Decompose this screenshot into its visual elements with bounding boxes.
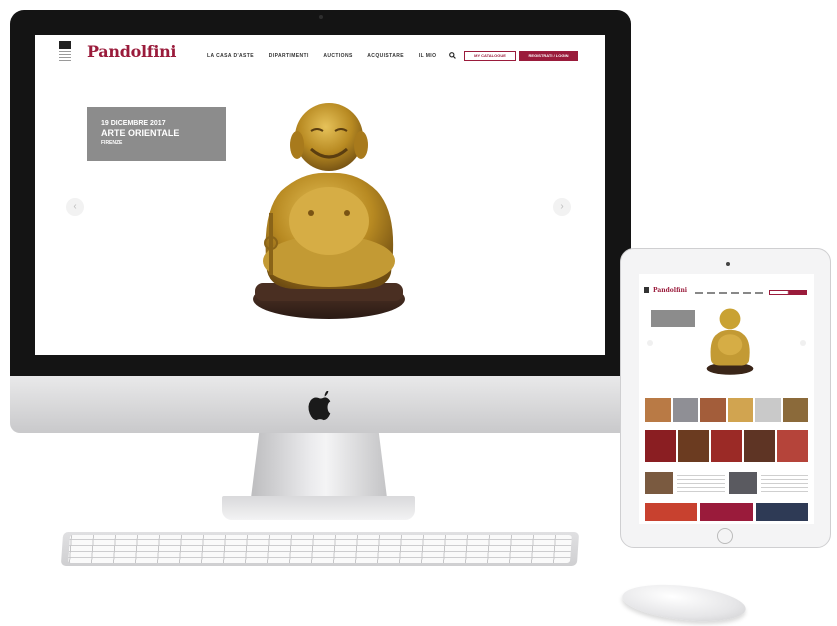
ipad-news-text bbox=[760, 472, 808, 494]
magic-mouse-image bbox=[620, 579, 748, 626]
ipad-news-thumb[interactable] bbox=[645, 472, 674, 494]
ipad-nav bbox=[695, 292, 763, 294]
ipad-news-row bbox=[645, 472, 808, 494]
nav-item-dipartimenti[interactable]: DIPARTIMENTI bbox=[269, 53, 309, 59]
nav-item-auctions[interactable]: AUCTIONS bbox=[323, 53, 352, 59]
buddha-statue-image bbox=[253, 103, 405, 319]
ipad-camera-icon bbox=[726, 262, 730, 266]
ipad-thumb[interactable] bbox=[727, 398, 753, 422]
auction-title: ARTE ORIENTALE bbox=[101, 128, 180, 138]
ipad-thumb-row-2 bbox=[645, 430, 808, 462]
ipad-banner[interactable] bbox=[700, 503, 753, 521]
my-catalogue-button[interactable]: MY CATALOGUE bbox=[464, 51, 516, 61]
menu-icon[interactable] bbox=[59, 41, 71, 49]
ipad-news-thumb[interactable] bbox=[728, 472, 757, 494]
webcam-icon bbox=[319, 15, 323, 19]
ipad-site-logo[interactable]: Pandolfini bbox=[653, 287, 687, 294]
site-logo[interactable]: Pandolfini bbox=[87, 42, 177, 61]
ipad-thumb[interactable] bbox=[678, 430, 709, 462]
ipad-banner-row bbox=[645, 503, 808, 521]
keyboard-image bbox=[60, 532, 580, 566]
ipad-thumb[interactable] bbox=[672, 398, 698, 422]
ipad-banner[interactable] bbox=[645, 503, 698, 521]
website-screen: Pandolfini LA CASA D'ASTE DIPARTIMENTI A… bbox=[35, 35, 605, 355]
ipad-carousel-next[interactable] bbox=[800, 340, 806, 346]
ipad-auction-caption[interactable] bbox=[651, 310, 695, 327]
ipad-website-screen: Pandolfini bbox=[639, 274, 814, 524]
ipad-thumb[interactable] bbox=[645, 430, 676, 462]
imac-stand bbox=[251, 433, 387, 498]
main-nav: LA CASA D'ASTE DIPARTIMENTI AUCTIONS ACQ… bbox=[207, 53, 449, 59]
ipad-thumb[interactable] bbox=[782, 398, 808, 422]
ipad-thumb[interactable] bbox=[700, 398, 726, 422]
ipad-header-buttons[interactable] bbox=[769, 290, 807, 295]
ipad-menu-icon[interactable] bbox=[644, 287, 649, 293]
register-login-button[interactable]: REGISTRATI / LOGIN bbox=[519, 51, 578, 61]
search-icon[interactable] bbox=[449, 52, 456, 59]
menu-lines-icon[interactable] bbox=[59, 51, 71, 61]
nav-item-acquistare[interactable]: ACQUISTARE bbox=[367, 53, 404, 59]
ipad-carousel-prev[interactable] bbox=[647, 340, 653, 346]
auction-date: 19 DICEMBRE 2017 bbox=[101, 120, 166, 127]
carousel-prev-button[interactable]: ‹ bbox=[66, 198, 84, 216]
keyboard-keys bbox=[68, 535, 572, 563]
ipad-thumb[interactable] bbox=[755, 398, 781, 422]
carousel-next-button[interactable]: › bbox=[553, 198, 571, 216]
ipad-thumb-row-1 bbox=[645, 398, 808, 422]
ipad-thumb[interactable] bbox=[777, 430, 808, 462]
apple-logo-icon bbox=[308, 391, 331, 421]
ipad-thumb[interactable] bbox=[744, 430, 775, 462]
nav-item-mio[interactable]: IL MIO bbox=[419, 53, 437, 59]
nav-item-casa[interactable]: LA CASA D'ASTE bbox=[207, 53, 254, 59]
ipad-home-button[interactable] bbox=[717, 528, 733, 544]
auction-caption[interactable]: 19 DICEMBRE 2017 ARTE ORIENTALE FIRENZE bbox=[87, 107, 226, 161]
ipad-news-text bbox=[677, 472, 725, 494]
ipad-thumb[interactable] bbox=[645, 398, 671, 422]
auction-place: FIRENZE bbox=[101, 140, 123, 146]
imac-foot bbox=[222, 496, 415, 520]
ipad-banner[interactable] bbox=[755, 503, 808, 521]
ipad-buddha-statue-image bbox=[706, 308, 754, 375]
ipad-thumb[interactable] bbox=[711, 430, 742, 462]
